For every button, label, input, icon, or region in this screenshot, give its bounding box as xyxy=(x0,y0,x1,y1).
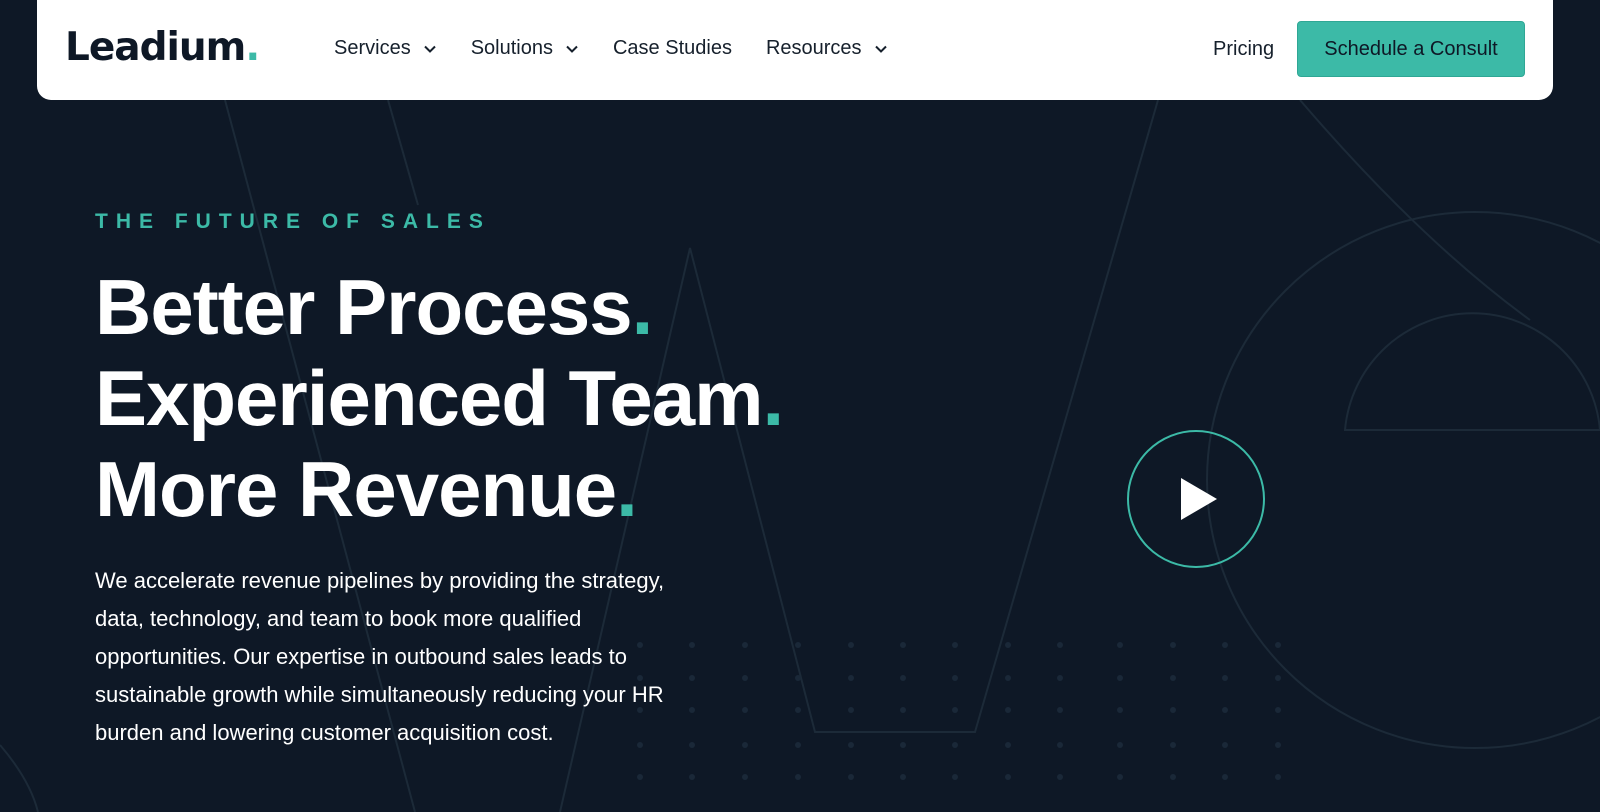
nav-item-label: Solutions xyxy=(470,37,553,59)
main-nav: Services Solutions Case Studies Resource… xyxy=(334,0,922,97)
nav-item-solutions[interactable]: Solutions xyxy=(471,37,579,60)
headline-dot: . xyxy=(762,354,785,442)
hero-description: We accelerate revenue pipelines by provi… xyxy=(95,568,665,745)
schedule-consult-button[interactable]: Schedule a Consult xyxy=(1297,21,1525,77)
nav-item-label: Case Studies xyxy=(612,37,732,59)
chevron-down-icon xyxy=(566,45,578,53)
headline-text: Experienced Team xyxy=(95,354,764,442)
nav-item-services[interactable]: Services xyxy=(334,37,437,60)
headline-line: Experienced Team. xyxy=(95,353,785,444)
top-navigation-bar: Leadium. Services Solutions Case Studies… xyxy=(37,0,1553,100)
play-video-button[interactable] xyxy=(1127,430,1265,568)
chevron-down-icon xyxy=(874,45,887,53)
nav-item-case-studies[interactable]: Case Studies xyxy=(613,37,732,60)
leadium-logo[interactable]: Leadium. xyxy=(65,24,260,72)
headline-line: More Revenue. xyxy=(95,444,783,535)
chevron-down-icon xyxy=(423,45,436,53)
logo-text: Leadium xyxy=(65,25,246,70)
nav-item-label: Services xyxy=(334,37,411,59)
play-icon xyxy=(1181,478,1217,520)
hero-eyebrow: THE FUTURE OF SALES xyxy=(95,210,491,233)
headline-dot: . xyxy=(616,445,638,533)
nav-item-pricing[interactable]: Pricing xyxy=(1213,36,1274,62)
headline-text: More Revenue xyxy=(95,445,617,533)
headline-text: Better Process xyxy=(95,263,633,351)
nav-item-label: Resources xyxy=(765,37,862,59)
nav-item-resources[interactable]: Resources xyxy=(766,37,888,60)
headline-dot: . xyxy=(631,263,654,351)
hero-headline: Better Process. Experienced Team. More R… xyxy=(95,262,785,535)
logo-dot: . xyxy=(245,25,260,70)
headline-line: Better Process. xyxy=(95,262,783,353)
